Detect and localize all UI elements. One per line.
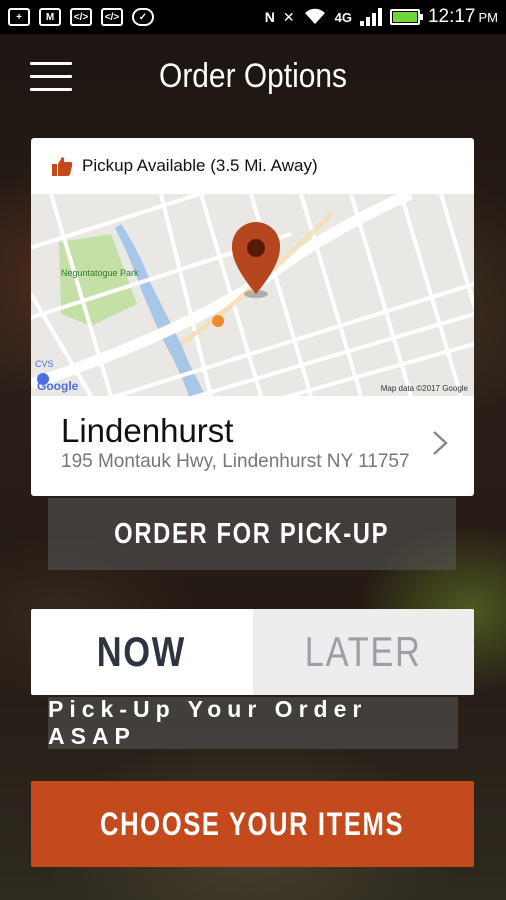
choose-items-label: CHOOSE YOUR ITEMS [100, 805, 405, 842]
chat-icon: ✓ [132, 8, 154, 26]
clock: 12:17 PM [427, 6, 498, 27]
add-icon: + [8, 8, 30, 26]
pickup-status-text: Pickup Available (3.5 Mi. Away) [82, 156, 318, 175]
choose-items-button[interactable]: CHOOSE YOUR ITEMS [31, 781, 474, 867]
asap-message: Pick-Up Your Order ASAP [48, 696, 458, 749]
mute-icon: ✕ [282, 8, 295, 25]
chevron-right-icon[interactable] [432, 430, 448, 456]
pickup-status-row: Pickup Available (3.5 Mi. Away) [31, 138, 474, 194]
time-toggle[interactable]: NOW LATER [31, 609, 474, 695]
battery-icon [389, 9, 423, 25]
location-card[interactable]: Pickup Available (3.5 Mi. Away) CVS Negu… [31, 138, 474, 496]
now-tab[interactable]: NOW [31, 609, 253, 695]
location-map[interactable]: CVS Neguntatogue Park Google Map data ©2… [31, 194, 474, 396]
google-logo: Google [37, 379, 79, 393]
later-tab[interactable]: LATER [252, 609, 474, 695]
map-attribution: Map data ©2017 Google [380, 384, 468, 393]
order-for-pickup-button[interactable]: ORDER FOR PICK-UP [48, 498, 456, 570]
location-address: 195 Montauk Hwy, Lindenhurst NY 11757 [61, 451, 410, 472]
network-type: 4G [334, 9, 352, 25]
code-icon: </> [70, 8, 92, 26]
order-for-pickup-label: ORDER FOR PICK-UP [114, 517, 390, 550]
signal-icon [359, 8, 382, 26]
park-label: Neguntatogue Park [61, 268, 139, 278]
location-name: Lindenhurst [61, 412, 234, 449]
nfc-icon: N [264, 9, 275, 25]
gmail-icon: M [39, 8, 61, 26]
cvs-label: CVS [35, 359, 54, 369]
page-title: Order Options [159, 57, 347, 95]
wifi-icon [303, 7, 327, 28]
code-icon: </> [101, 8, 123, 26]
status-bar: + M </> </> ✓ N ✕ 4G 12:17 PM [0, 0, 506, 34]
thumbs-up-icon [52, 157, 73, 176]
